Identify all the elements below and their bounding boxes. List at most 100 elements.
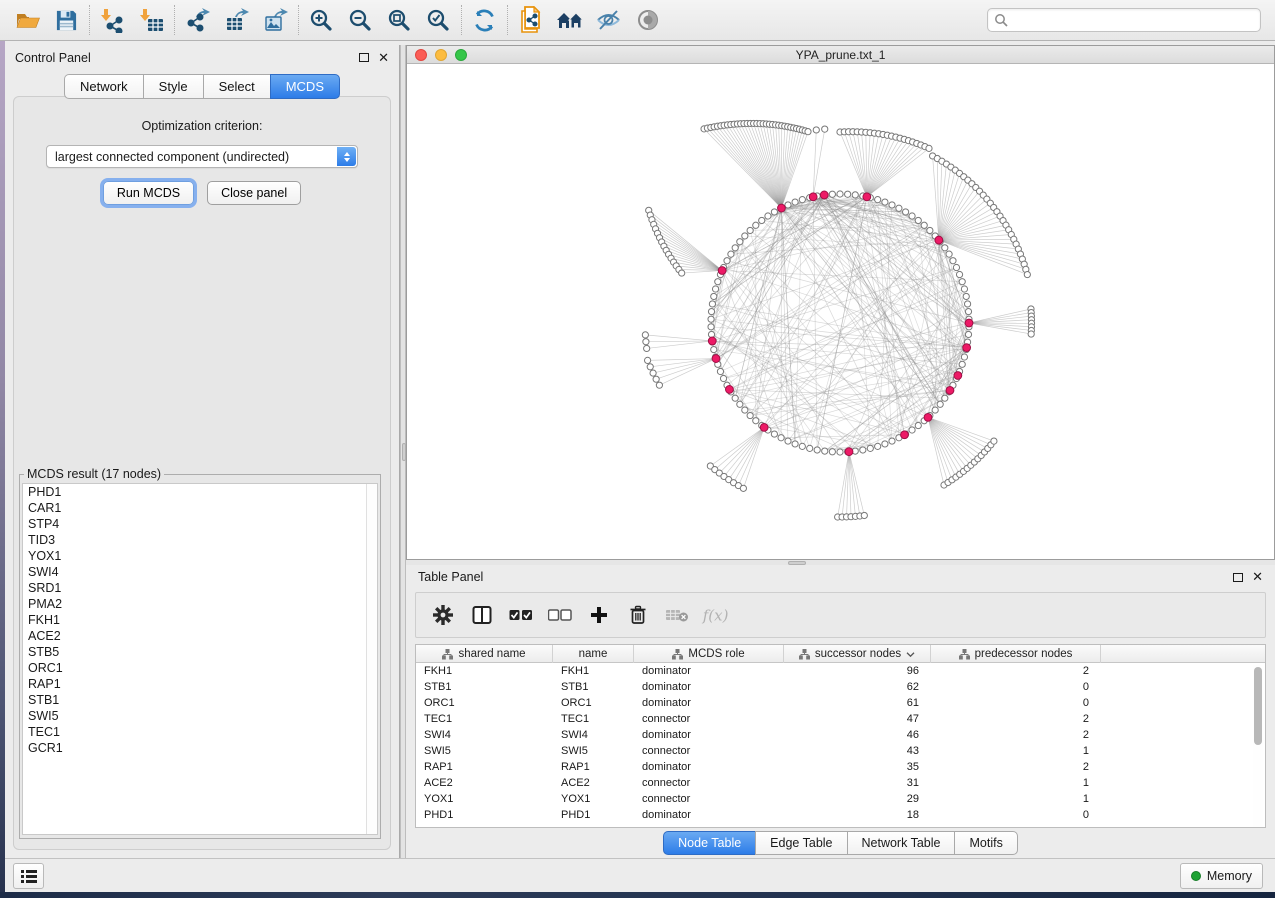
graph-node[interactable] <box>867 445 873 451</box>
tab-style[interactable]: Style <box>143 74 203 99</box>
open-session-icon[interactable] <box>8 3 47 37</box>
table-row[interactable]: STB1STB1dominator620 <box>416 679 1265 695</box>
graph-leaf-node[interactable] <box>805 129 811 135</box>
deselect-all-checkboxes-icon[interactable] <box>545 600 575 630</box>
list-item[interactable]: STP4 <box>23 516 377 532</box>
graph-node[interactable] <box>742 407 748 413</box>
graph-node[interactable] <box>720 375 726 381</box>
graph-node[interactable] <box>921 222 927 228</box>
graph-leaf-node[interactable] <box>822 126 828 132</box>
neighborhood-houses-icon[interactable] <box>550 3 589 37</box>
graph-leaf-node[interactable] <box>1028 331 1034 337</box>
zoom-in-icon[interactable] <box>302 3 341 37</box>
graph-node[interactable] <box>753 222 759 228</box>
list-item[interactable]: SWI5 <box>23 708 377 724</box>
graph-leaf-node[interactable] <box>926 145 932 151</box>
graph-mcds-node[interactable] <box>965 319 973 327</box>
graph-node[interactable] <box>909 427 915 433</box>
graph-mcds-node[interactable] <box>863 193 871 201</box>
graph-leaf-node[interactable] <box>650 370 656 376</box>
list-item[interactable]: RAP1 <box>23 676 377 692</box>
graph-mcds-node[interactable] <box>760 423 768 431</box>
run-mcds-button[interactable]: Run MCDS <box>103 181 194 205</box>
column-header-successor-nodes[interactable]: successor nodes <box>784 645 931 663</box>
list-item[interactable]: STB1 <box>23 692 377 708</box>
graph-node[interactable] <box>860 447 866 453</box>
graph-node[interactable] <box>792 199 798 205</box>
column-header-name[interactable]: name <box>553 645 634 663</box>
table-row[interactable]: PHD1PHD1dominator180 <box>416 807 1265 823</box>
graph-node[interactable] <box>778 435 784 441</box>
graph-leaf-node[interactable] <box>679 270 685 276</box>
graph-node[interactable] <box>953 264 959 270</box>
import-table-icon[interactable] <box>132 3 171 37</box>
graph-node[interactable] <box>807 445 813 451</box>
graph-node[interactable] <box>822 448 828 454</box>
graph-node[interactable] <box>715 279 721 285</box>
graph-node[interactable] <box>845 191 851 197</box>
graph-node[interactable] <box>799 443 805 449</box>
graph-mcds-node[interactable] <box>963 344 971 352</box>
graph-node[interactable] <box>959 279 965 285</box>
graph-node[interactable] <box>961 354 967 360</box>
tab-select[interactable]: Select <box>203 74 270 99</box>
list-scrollbar[interactable] <box>366 484 377 834</box>
graph-leaf-node[interactable] <box>813 127 819 133</box>
graph-node[interactable] <box>708 308 714 314</box>
memory-button[interactable]: Memory <box>1180 863 1263 889</box>
list-item[interactable]: ORC1 <box>23 660 377 676</box>
graph-node[interactable] <box>712 286 718 292</box>
graph-node[interactable] <box>708 316 714 322</box>
float-panel-icon[interactable] <box>359 53 369 62</box>
graph-mcds-node[interactable] <box>935 236 943 244</box>
zoom-fit-icon[interactable] <box>380 3 419 37</box>
show-graphics-details-eye-icon[interactable] <box>628 3 667 37</box>
tab-network-table[interactable]: Network Table <box>847 831 955 855</box>
close-panel-icon[interactable]: ✕ <box>378 53 389 63</box>
graph-node[interactable] <box>785 438 791 444</box>
graph-leaf-node[interactable] <box>647 364 653 370</box>
graph-node[interactable] <box>932 407 938 413</box>
import-network-icon[interactable] <box>93 3 132 37</box>
network-graph[interactable] <box>407 64 1274 559</box>
graph-node[interactable] <box>965 308 971 314</box>
graph-node[interactable] <box>732 395 738 401</box>
graph-mcds-node[interactable] <box>708 337 716 345</box>
graph-leaf-node[interactable] <box>861 512 867 518</box>
graph-leaf-node[interactable] <box>653 376 659 382</box>
graph-node[interactable] <box>737 239 743 245</box>
table-row[interactable]: SWI5SWI5connector431 <box>416 743 1265 759</box>
graph-node[interactable] <box>771 209 777 215</box>
table-row[interactable]: SWI4SWI4dominator462 <box>416 727 1265 743</box>
splitter-grip[interactable] <box>788 561 806 565</box>
list-item[interactable]: TEC1 <box>23 724 377 740</box>
close-panel-icon[interactable]: ✕ <box>1252 572 1263 582</box>
float-panel-icon[interactable] <box>1233 573 1243 582</box>
graph-mcds-node[interactable] <box>924 413 932 421</box>
graph-node[interactable] <box>961 286 967 292</box>
add-column-icon[interactable] <box>584 600 614 630</box>
graph-node[interactable] <box>711 293 717 299</box>
graph-mcds-node[interactable] <box>901 431 909 439</box>
graph-node[interactable] <box>771 431 777 437</box>
list-item[interactable]: SRD1 <box>23 580 377 596</box>
graph-node[interactable] <box>814 447 820 453</box>
graph-node[interactable] <box>927 227 933 233</box>
graph-node[interactable] <box>732 245 738 251</box>
list-item[interactable]: CAR1 <box>23 500 377 516</box>
graph-node[interactable] <box>711 346 717 352</box>
graph-node[interactable] <box>875 197 881 203</box>
graph-node[interactable] <box>785 202 791 208</box>
list-item[interactable]: GCR1 <box>23 740 377 756</box>
zoom-selected-icon[interactable] <box>419 3 458 37</box>
zoom-out-icon[interactable] <box>341 3 380 37</box>
graph-mcds-node[interactable] <box>778 204 786 212</box>
list-item[interactable]: SWI4 <box>23 564 377 580</box>
graph-node[interactable] <box>837 449 843 455</box>
table-row[interactable]: RAP1RAP1dominator352 <box>416 759 1265 775</box>
graph-leaf-node[interactable] <box>643 339 649 345</box>
graph-node[interactable] <box>964 301 970 307</box>
graph-node[interactable] <box>742 233 748 239</box>
graph-leaf-node[interactable] <box>645 357 651 363</box>
graph-node[interactable] <box>829 191 835 197</box>
